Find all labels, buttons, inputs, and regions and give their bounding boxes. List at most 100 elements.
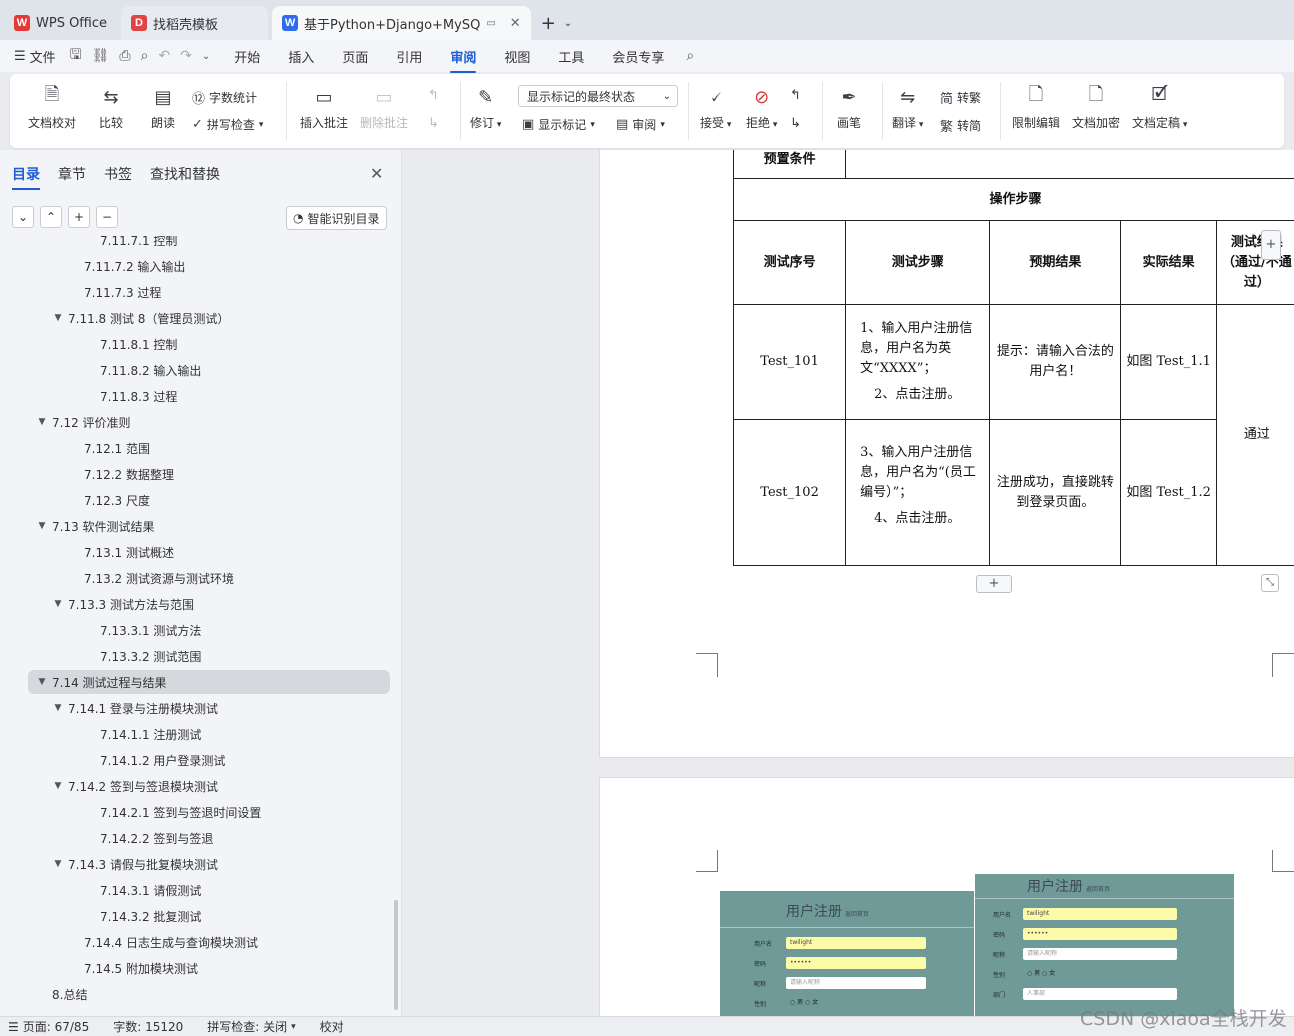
show-markup-button[interactable]: ▣ 显示标记 ▾ xyxy=(522,116,595,133)
encrypt-button[interactable]: 🗋 文档加密 xyxy=(1072,84,1120,131)
toc-item[interactable]: ▼ 7.12 评价准则 xyxy=(28,410,390,434)
next-change-button[interactable]: ↳ xyxy=(790,116,801,131)
case-steps[interactable]: 1、输入用户注册信息，用户名为英文“XXXX”； 2、点击注册。 xyxy=(845,304,991,420)
collapse-arrow-icon[interactable]: ▼ xyxy=(36,417,48,427)
menu-tab-references[interactable]: 引用 xyxy=(396,47,422,66)
toc-item[interactable]: ▼ 7.14.3 请假与批复模块测试 xyxy=(28,852,390,876)
add-column-button[interactable]: + xyxy=(1261,230,1281,260)
toc-item[interactable]: 7.11.8.3 过程 xyxy=(28,384,390,408)
toc-item[interactable]: ▼ 7.14.2 签到与签退模块测试 xyxy=(28,774,390,798)
word-count-button[interactable]: ⑫ 字数统计 xyxy=(192,88,257,107)
toc-item[interactable]: 7.13.1 测试概述 xyxy=(28,540,390,564)
review-pane-button[interactable]: ▤ 审阅 ▾ xyxy=(616,116,665,133)
toc-item[interactable]: 7.11.8.1 控制 xyxy=(28,332,390,356)
menu-tab-home[interactable]: 开始 xyxy=(234,47,260,66)
toc-item[interactable]: 7.13.3.1 测试方法 xyxy=(28,618,390,642)
menu-tab-page[interactable]: 页面 xyxy=(342,47,368,66)
case-expected[interactable]: 注册成功，直接跳转到登录页面。 xyxy=(989,419,1122,566)
chevron-down-icon[interactable]: ⌄ xyxy=(564,18,572,29)
more-chevron-icon[interactable]: ⌄ xyxy=(202,51,210,62)
toc-item[interactable]: 7.13.3.2 测试范围 xyxy=(28,644,390,668)
menu-tab-tools[interactable]: 工具 xyxy=(558,47,584,66)
toc-item[interactable]: ▼ 7.14.1 登录与注册模块测试 xyxy=(28,696,390,720)
toc-item[interactable]: 7.11.7.2 输入输出 xyxy=(28,254,390,278)
page-indicator[interactable]: ☰ 页面: 67/85 xyxy=(8,1018,89,1035)
nav-tab-find-replace[interactable]: 查找和替换 xyxy=(150,164,220,184)
nav-tab-sections[interactable]: 章节 xyxy=(58,164,86,184)
toc-item[interactable]: 7.11.7.3 过程 xyxy=(28,280,390,304)
toc-item[interactable]: 7.11.8.2 输入输出 xyxy=(28,358,390,382)
toc-item[interactable]: 7.14.2.2 签到与签退 xyxy=(28,826,390,850)
search-icon[interactable]: ⌕ xyxy=(686,48,694,64)
toc-scrollbar[interactable] xyxy=(394,900,398,1010)
collapse-arrow-icon[interactable]: ▼ xyxy=(52,703,64,713)
toc-item[interactable]: ▼ 7.13.3 测试方法与范围 xyxy=(28,592,390,616)
spell-check-button[interactable]: ✓ 拼写检查 ▾ xyxy=(192,116,263,133)
tab-docer[interactable]: D 找稻壳模板 xyxy=(121,6,269,40)
toc-item[interactable]: 8.总结 xyxy=(28,982,390,1006)
toc-item[interactable]: 7.14.2.1 签到与签退时间设置 xyxy=(28,800,390,824)
spell-check-status[interactable]: 拼写检查: 关闭 ▾ xyxy=(207,1018,295,1035)
print-icon[interactable]: ⎙ xyxy=(119,48,130,64)
case-actual[interactable]: 如图 Test_1.2 xyxy=(1120,419,1217,566)
case-actual[interactable]: 如图 Test_1.1 xyxy=(1120,304,1217,420)
toc-item[interactable]: 7.13.2 测试资源与测试环境 xyxy=(28,566,390,590)
smart-toc-button[interactable]: ◔ 智能识别目录 xyxy=(286,206,387,230)
pen-button[interactable]: ✒ 画笔 xyxy=(836,84,862,131)
case-result[interactable]: 通过 xyxy=(1215,304,1294,566)
toc-item[interactable]: ▼ 7.13 软件测试结果 xyxy=(28,514,390,538)
translate-button[interactable]: ⇋ 翻译 ▾ xyxy=(892,84,923,131)
insert-comment-button[interactable]: ▭ 插入批注 xyxy=(300,84,348,131)
remove-heading-button[interactable]: − xyxy=(96,206,118,228)
close-icon[interactable]: ✕ xyxy=(510,16,521,31)
table-resize-handle[interactable]: ⤡ xyxy=(1261,574,1279,592)
to-traditional-button[interactable]: 简 转繁 xyxy=(940,88,981,107)
collapse-arrow-icon[interactable]: ▼ xyxy=(52,313,64,323)
share-icon[interactable]: ⛓ xyxy=(92,48,110,64)
toc-item[interactable]: 7.11.7.1 控制 xyxy=(28,236,390,252)
prev-change-button[interactable]: ↰ xyxy=(790,88,801,103)
toc-item[interactable]: 7.14.1.2 用户登录测试 xyxy=(28,748,390,772)
word-count-status[interactable]: 字数: 15120 xyxy=(113,1018,183,1035)
toc-item[interactable]: ▼ 7.11.8 测试 8（管理员测试） xyxy=(28,306,390,330)
toc-item[interactable]: 7.14.5 附加模块测试 xyxy=(28,956,390,980)
print-preview-icon[interactable]: ⌕ xyxy=(141,48,149,64)
toc-item[interactable]: 7.12.1 范围 xyxy=(28,436,390,460)
toc-item[interactable]: 7.14.4 日志生成与查询模块测试 xyxy=(28,930,390,954)
toc-item[interactable]: 7.14.1.1 注册测试 xyxy=(28,722,390,746)
menu-tab-review[interactable]: 审阅 xyxy=(450,47,477,73)
finalize-button[interactable]: 🗹 文档定稿 ▾ xyxy=(1132,84,1187,131)
markup-state-select[interactable]: 显示标记的最终状态 ⌄ xyxy=(518,85,678,107)
case-id[interactable]: Test_101 xyxy=(732,304,847,420)
tab-document[interactable]: W 基于Python+Django+MySQ ▭ ✕ xyxy=(272,6,531,40)
to-simplified-button[interactable]: 繁 转简 xyxy=(940,116,981,135)
next-comment-button[interactable]: ↳ xyxy=(428,116,439,131)
add-heading-button[interactable]: + xyxy=(68,206,90,228)
case-steps[interactable]: 3、输入用户注册信息，用户名为“(员工编号）”； 4、点击注册。 xyxy=(845,419,991,566)
file-menu[interactable]: ☰ 文件 xyxy=(14,47,56,66)
collapse-arrow-icon[interactable]: ▼ xyxy=(52,599,64,609)
collapse-arrow-icon[interactable]: ▼ xyxy=(36,677,48,687)
read-aloud-button[interactable]: ▤ 朗读 xyxy=(150,84,176,131)
menu-tab-insert[interactable]: 插入 xyxy=(288,47,314,66)
nav-tab-bookmarks[interactable]: 书签 xyxy=(104,164,132,184)
redo-icon[interactable]: ↷ xyxy=(180,48,192,64)
toc-item[interactable]: ▼ 7.14 测试过程与结果 xyxy=(28,670,390,694)
restrict-edit-button[interactable]: 🗋 限制编辑 xyxy=(1012,84,1060,131)
tab-wps-office[interactable]: W WPS Office xyxy=(4,6,117,40)
case-expected[interactable]: 提示：请输入合法的用户名！ xyxy=(989,304,1122,420)
toc-item[interactable]: 7.12.3 尺度 xyxy=(28,488,390,512)
undo-icon[interactable]: ↶ xyxy=(158,48,170,64)
compare-button[interactable]: ⇆ 比较 xyxy=(98,84,124,131)
toc-item[interactable]: 7.12.2 数据整理 xyxy=(28,462,390,486)
precondition-value[interactable] xyxy=(845,150,1294,179)
menu-tab-view[interactable]: 视图 xyxy=(504,47,530,66)
plus-icon[interactable]: + xyxy=(541,13,556,34)
nav-tab-toc[interactable]: 目录 xyxy=(12,164,40,190)
collapse-all-button[interactable]: ⌃ xyxy=(40,206,62,228)
reject-button[interactable]: ⊘ 拒绝 ▾ xyxy=(746,84,777,131)
case-id[interactable]: Test_102 xyxy=(732,419,847,566)
menu-tab-member[interactable]: 会员专享 xyxy=(612,47,664,66)
toc-item[interactable]: 7.14.3.2 批复测试 xyxy=(28,904,390,928)
add-row-button[interactable]: + xyxy=(976,575,1012,593)
